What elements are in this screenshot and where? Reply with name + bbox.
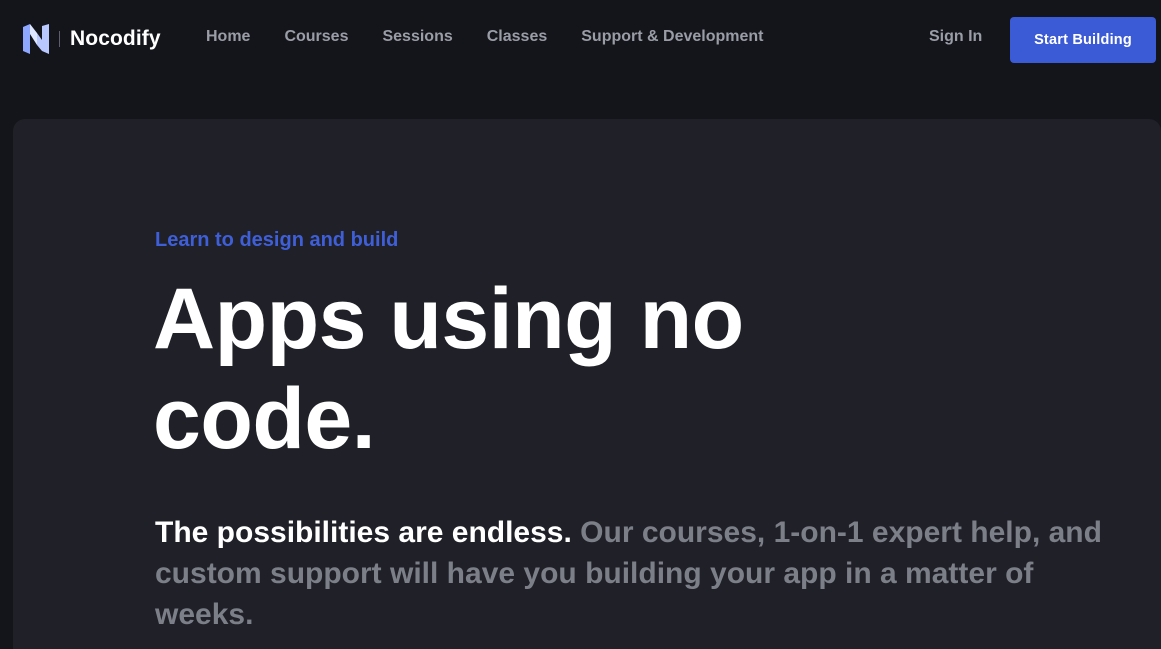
nav-item-home[interactable]: Home: [206, 28, 250, 46]
brand-name: Nocodify: [70, 27, 161, 50]
hero-lead-strong: The possibilities are endless.: [155, 516, 572, 549]
hero-card: Learn to design and build Apps using no …: [13, 119, 1161, 649]
nocodify-n-logo-icon: [23, 24, 49, 54]
nav-item-courses[interactable]: Courses: [284, 28, 348, 46]
start-building-button[interactable]: Start Building: [1010, 17, 1156, 63]
nav-item-classes[interactable]: Classes: [487, 28, 548, 46]
page: Nocodify Home Courses Sessions Classes S…: [0, 0, 1161, 649]
main-nav: Home Courses Sessions Classes Support & …: [206, 28, 797, 46]
nav-item-support-development[interactable]: Support & Development: [581, 28, 763, 46]
hero-lead: The possibilities are endless. Our cours…: [155, 512, 1115, 635]
site-header: Nocodify Home Courses Sessions Classes S…: [0, 0, 1161, 80]
sign-in-link[interactable]: Sign In: [929, 28, 982, 46]
brand-logo-link[interactable]: Nocodify: [23, 24, 161, 54]
logo-divider: [59, 31, 60, 47]
nav-item-sessions[interactable]: Sessions: [382, 28, 452, 46]
hero-headline: Apps using no code.: [153, 271, 744, 467]
hero-eyebrow: Learn to design and build: [155, 229, 399, 251]
